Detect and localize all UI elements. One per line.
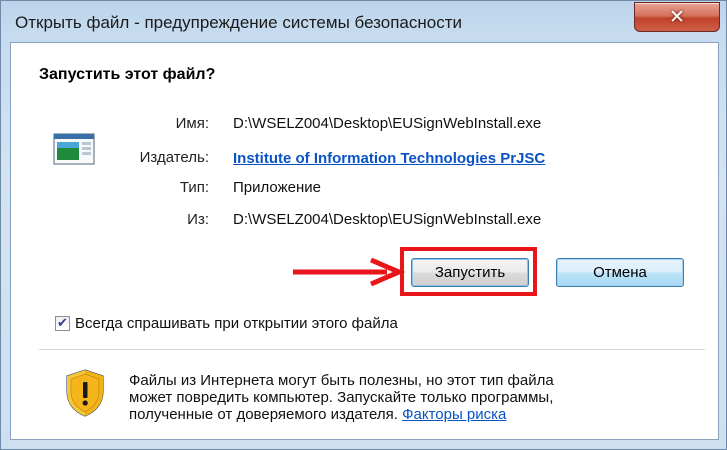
dialog-heading: Запустить этот файл? bbox=[39, 66, 216, 83]
close-button[interactable]: ✕ bbox=[634, 2, 720, 32]
warning-line: Файлы из Интернета могут быть полезны, н… bbox=[129, 372, 554, 389]
publisher-link[interactable]: Institute of Information Technologies Pr… bbox=[233, 150, 545, 167]
separator bbox=[39, 349, 705, 350]
security-warning-dialog: Открыть файл - предупреждение системы бе… bbox=[0, 0, 727, 450]
warning-line: полученные от доверяемого издателя. Факт… bbox=[129, 406, 709, 423]
always-ask-label[interactable]: Всегда спрашивать при открытии этого фай… bbox=[75, 315, 398, 332]
cancel-button[interactable]: Отмена bbox=[556, 258, 684, 287]
from-value: D:\WSELZ004\Desktop\EUSignWebInstall.exe bbox=[233, 211, 542, 228]
dialog-body: Запустить этот файл? Имя: D:\WSELZ004\De… bbox=[10, 42, 719, 440]
name-value: D:\WSELZ004\Desktop\EUSignWebInstall.exe bbox=[233, 115, 542, 132]
type-label: Тип: bbox=[179, 179, 209, 196]
security-shield-icon bbox=[66, 369, 104, 417]
publisher-label: Издатель: bbox=[139, 149, 209, 166]
window-title: Открыть файл - предупреждение системы бе… bbox=[15, 13, 462, 32]
checkmark-icon: ✔ bbox=[57, 316, 68, 331]
application-icon bbox=[53, 133, 95, 165]
type-value: Приложение bbox=[233, 179, 321, 196]
red-arrow-annotation bbox=[293, 257, 406, 287]
warning-message: Файлы из Интернета могут быть полезны, н… bbox=[129, 372, 709, 423]
warning-line-text: полученные от доверяемого издателя. bbox=[129, 406, 403, 423]
always-ask-checkbox[interactable]: ✔ bbox=[55, 316, 70, 331]
from-label: Из: bbox=[187, 211, 209, 228]
run-button[interactable]: Запустить bbox=[411, 258, 529, 287]
risk-factors-link[interactable]: Факторы риска bbox=[402, 406, 506, 423]
warning-line: может повредить компьютер. Запускайте то… bbox=[129, 389, 554, 406]
close-icon: ✕ bbox=[669, 6, 685, 28]
name-label: Имя: bbox=[175, 115, 209, 132]
